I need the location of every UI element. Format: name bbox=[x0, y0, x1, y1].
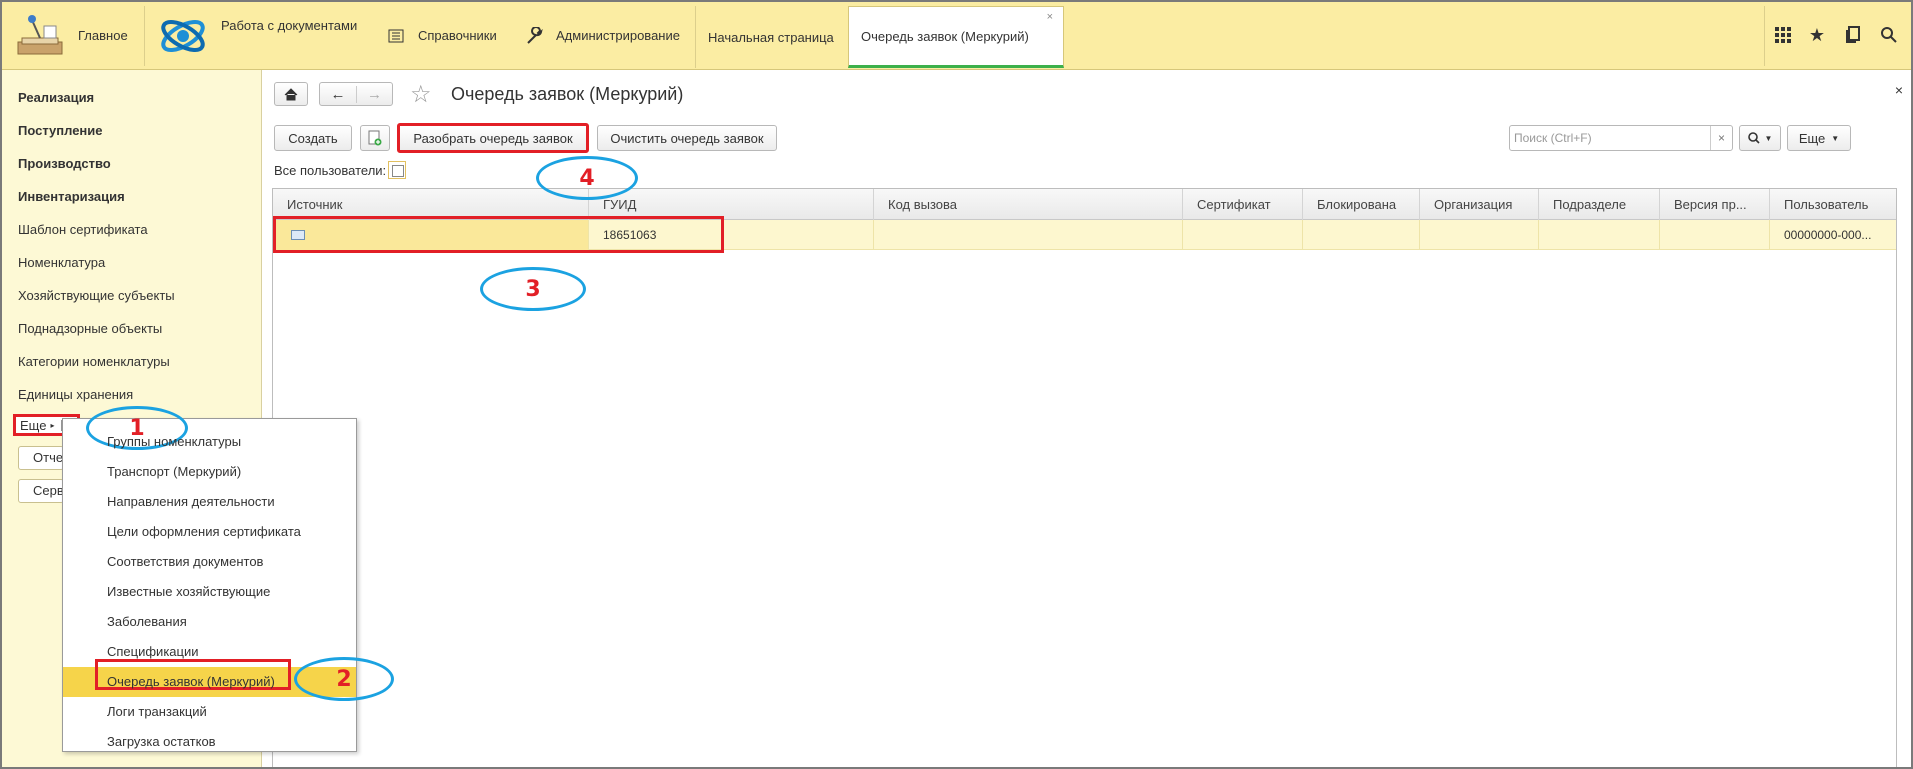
search-options-button[interactable]: ▼ bbox=[1739, 125, 1781, 151]
menu-item-load-balances[interactable]: Загрузка остатков bbox=[63, 727, 356, 757]
search-input[interactable]: Поиск (Ctrl+F) × bbox=[1509, 125, 1733, 151]
sidebar-item-certificate-template[interactable]: Шаблон сертификата bbox=[18, 222, 148, 237]
apps-grid-icon[interactable] bbox=[1768, 20, 1798, 50]
document-add-icon bbox=[368, 130, 382, 146]
close-icon[interactable]: × bbox=[1895, 82, 1903, 98]
cell-user[interactable]: 00000000-000... bbox=[1770, 220, 1898, 250]
separator bbox=[1764, 6, 1765, 66]
separator bbox=[144, 6, 145, 66]
row-highlight bbox=[273, 216, 724, 253]
column-header-organization[interactable]: Организация bbox=[1420, 189, 1539, 220]
page-title: Очередь заявок (Меркурий) bbox=[451, 84, 684, 104]
all-users-checkbox[interactable] bbox=[388, 161, 406, 179]
top-section-bar: Главное Работа с документами Справочники… bbox=[2, 2, 1911, 70]
more-label: Еще bbox=[1798, 130, 1826, 146]
menu-item-certificate-purposes[interactable]: Цели оформления сертификата bbox=[63, 517, 356, 547]
column-header-subdivision[interactable]: Подразделе bbox=[1539, 189, 1660, 220]
cell-organization[interactable] bbox=[1420, 220, 1539, 250]
sidebar-item-production[interactable]: Производство bbox=[18, 156, 111, 171]
section-references[interactable]: Справочники bbox=[418, 2, 497, 69]
menu-item-diseases[interactable]: Заболевания bbox=[63, 607, 356, 637]
star-icon[interactable]: ★ bbox=[1802, 20, 1832, 50]
menu-item-activity-directions[interactable]: Направления деятельности bbox=[63, 487, 356, 517]
clear-queue-button[interactable]: Очистить очередь заявок bbox=[597, 125, 777, 151]
sidebar-item-nomenclature-categories[interactable]: Категории номенклатуры bbox=[18, 354, 170, 369]
wrench-icon bbox=[526, 2, 544, 69]
list-icon bbox=[388, 2, 404, 69]
create-copy-button[interactable] bbox=[360, 125, 390, 151]
annotation-step-4: 4 bbox=[536, 156, 638, 200]
sidebar-item-nomenclature[interactable]: Номенклатура bbox=[18, 255, 105, 270]
tab-start-page[interactable]: Начальная страница bbox=[695, 6, 848, 68]
more-label: Еще bbox=[20, 417, 47, 433]
orbit-logo-icon[interactable] bbox=[158, 2, 208, 69]
parse-queue-button[interactable]: Разобрать очередь заявок bbox=[397, 123, 589, 153]
forward-arrow-icon[interactable]: → bbox=[355, 85, 392, 103]
tab-request-queue[interactable]: Очередь заявок (Меркурий) × bbox=[848, 6, 1064, 68]
tab-label: Очередь заявок (Меркурий) bbox=[861, 28, 1029, 44]
sidebar-item-sales[interactable]: Реализация bbox=[18, 90, 94, 105]
more-actions-button[interactable]: Еще ▼ bbox=[1787, 125, 1851, 151]
sidebar-item-inventory[interactable]: Инвентаризация bbox=[18, 189, 125, 204]
menu-item-transaction-logs[interactable]: Логи транзакций bbox=[63, 697, 356, 727]
home-section[interactable]: Главное bbox=[78, 2, 128, 69]
sidebar-item-receipts[interactable]: Поступление bbox=[18, 123, 103, 138]
menu-item-transport[interactable]: Транспорт (Меркурий) bbox=[63, 457, 356, 487]
column-header-version[interactable]: Версия пр... bbox=[1660, 189, 1770, 220]
home-button[interactable] bbox=[274, 82, 308, 106]
section-documents[interactable]: Работа с документами bbox=[221, 2, 357, 59]
reports-button[interactable]: Отчеты bbox=[18, 446, 64, 470]
caret-down-icon: ▼ bbox=[1764, 133, 1773, 143]
back-arrow-icon[interactable]: ← bbox=[320, 86, 356, 103]
clear-search-icon[interactable]: × bbox=[1710, 126, 1732, 150]
column-header-call-code[interactable]: Код вызова bbox=[874, 189, 1183, 220]
column-header-certificate[interactable]: Сертификат bbox=[1183, 189, 1303, 220]
column-header-user[interactable]: Пользователь bbox=[1770, 189, 1898, 220]
caret-down-icon: ▼ bbox=[1831, 133, 1840, 143]
search-icon[interactable] bbox=[1874, 20, 1904, 50]
cell-blocked[interactable] bbox=[1303, 220, 1420, 250]
create-button[interactable]: Создать bbox=[274, 125, 352, 151]
sidebar-item-business-entities[interactable]: Хозяйствующие субъекты bbox=[18, 288, 175, 303]
caret-right-icon: ▸ bbox=[50, 420, 55, 430]
history-icon[interactable] bbox=[1838, 20, 1868, 50]
home-logo-icon[interactable] bbox=[14, 12, 66, 60]
tab-label: Начальная страница bbox=[708, 29, 834, 45]
service-button[interactable]: Сервис bbox=[18, 479, 64, 503]
cell-certificate[interactable] bbox=[1183, 220, 1303, 250]
annotation-step-3: 3 bbox=[480, 267, 586, 311]
sidebar-item-storage-units[interactable]: Единицы хранения bbox=[18, 387, 133, 402]
close-icon[interactable]: × bbox=[1047, 11, 1053, 23]
magnifier-icon bbox=[1747, 132, 1760, 144]
column-header-blocked[interactable]: Блокирована bbox=[1303, 189, 1420, 220]
all-users-label: Все пользователи: bbox=[274, 163, 387, 178]
menu-item-known-entities[interactable]: Известные хозяйствующие bbox=[63, 577, 356, 607]
main-panel: ← → ☆ Очередь заявок (Меркурий) × Создат… bbox=[264, 70, 1911, 767]
app-window: Главное Работа с документами Справочники… bbox=[0, 0, 1913, 769]
favorite-star-icon[interactable]: ☆ bbox=[410, 80, 432, 109]
menu-item-document-mappings[interactable]: Соответствия документов bbox=[63, 547, 356, 577]
home-icon bbox=[284, 87, 298, 100]
cell-call-code[interactable] bbox=[874, 220, 1183, 250]
nav-buttons: ← → bbox=[319, 82, 393, 106]
sidebar-item-supervised-objects[interactable]: Поднадзорные объекты bbox=[18, 321, 162, 336]
section-administration[interactable]: Администрирование bbox=[556, 2, 680, 69]
more-menu: Группы номенклатуры Транспорт (Меркурий)… bbox=[62, 418, 357, 752]
search-placeholder: Поиск (Ctrl+F) bbox=[1514, 131, 1592, 145]
annotation-step-2: 2 bbox=[294, 657, 394, 701]
cell-subdivision[interactable] bbox=[1539, 220, 1660, 250]
cell-version[interactable] bbox=[1660, 220, 1770, 250]
